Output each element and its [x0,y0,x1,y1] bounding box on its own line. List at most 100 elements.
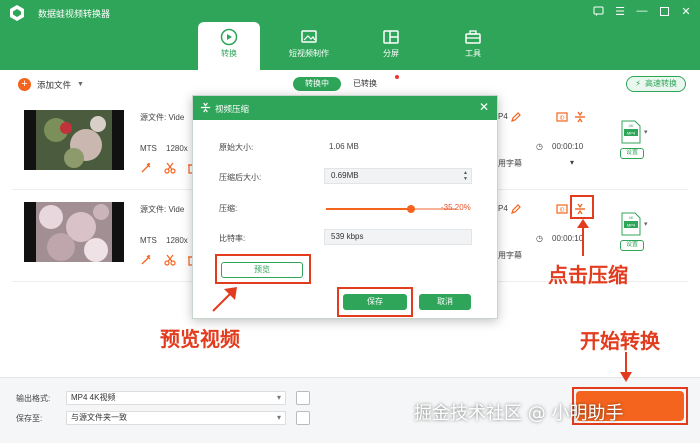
enhance-icon[interactable] [140,254,152,266]
dialog-header: 视频压缩 ✕ [193,96,497,120]
tab-converted[interactable]: 已转换 [341,77,389,91]
compress-icon [200,102,211,113]
stepper-icon[interactable]: ▲ ▼ [463,170,468,182]
info-icon[interactable]: ID [556,111,568,123]
save-to-value: 与源文件夹一致 [71,413,127,422]
watermark: 掘金技术社区 @ 小明助手 [414,403,624,424]
save-highlight [337,287,413,317]
bitrate-value: 539 kbps [331,232,364,241]
add-file-label: 添加文件 [37,79,72,90]
folder-icon[interactable] [296,411,310,425]
tab-label: 分屏 [383,49,399,58]
subtitle-select[interactable]: 用字幕 [498,158,522,169]
chevron-down-icon: ▾ [276,413,281,422]
annotation-preview-video: 预览视频 [160,327,240,351]
slider-fill [326,208,411,210]
tab-convert[interactable]: 转换 [198,22,260,70]
tab-short-video[interactable]: 短视频制作 [278,22,340,70]
status-toggle: 转换中 已转换 [293,75,399,91]
window-controls: ☰ — ✕ [590,4,694,18]
toolbox-icon [465,30,481,44]
tab-label: 转换 [221,49,237,58]
app-logo-icon [10,5,24,21]
cut-icon[interactable] [164,162,176,174]
bitrate-input[interactable]: 539 kbps [324,229,472,245]
slider-thumb[interactable] [406,205,415,213]
original-size-label: 原始大小: [219,143,254,152]
cut-icon[interactable] [164,254,176,266]
compressed-size-label: 压缩后大小: [219,173,262,182]
add-file-button[interactable]: + 添加文件 ▼ [18,78,84,91]
tab-label: 短视频制作 [289,49,329,58]
menu-icon[interactable]: ☰ [612,4,628,18]
compress-percent: -35.20% [441,203,471,212]
output-format-select[interactable]: MP4 4K视频 ▾ [66,391,286,405]
settings-button[interactable]: 设置 [620,240,644,251]
minimize-icon[interactable]: — [634,4,650,18]
split-screen-icon [383,30,399,44]
tab-converting[interactable]: 转换中 [293,77,341,91]
compressed-size-input[interactable]: 0.69MB ▲ ▼ [324,168,472,184]
source-resolution: 1280x [166,236,188,245]
svg-text:ID: ID [560,208,565,214]
arrow-up-right-icon [212,287,237,312]
maximize-icon[interactable] [656,4,672,18]
bitrate-label: 比特率: [219,234,246,243]
mp4-format-icon[interactable]: 4K MP4 [620,120,642,144]
mp4-format-icon[interactable]: 4K MP4 [620,212,642,236]
feedback-icon[interactable] [590,4,606,18]
thumbnail-image [36,110,112,170]
video-thumbnail[interactable] [24,202,124,262]
format-settings-icon[interactable] [296,391,310,405]
output-format: P4 [498,112,508,121]
save-to-select[interactable]: 与源文件夹一致 ▾ [66,411,286,425]
output-format-value: MP4 4K视频 [71,393,116,402]
save-to-label: 保存至: [16,414,43,423]
cancel-button[interactable]: 取消 [419,294,471,310]
clock-icon: ◷ [536,234,543,243]
source-file-label: 源文件: Vide [140,113,185,122]
annotation-click-compress: 点击压缩 [548,263,628,287]
compressed-size-value: 0.69MB [331,171,359,180]
compress-label: 压缩: [219,204,238,213]
info-icon[interactable]: ID [556,203,568,215]
rename-edit-icon[interactable] [510,203,522,215]
compress-highlight [570,195,594,219]
duration: 00:00:10 [552,142,584,151]
chevron-down-icon[interactable]: ▾ [570,158,574,167]
close-icon[interactable]: ✕ [678,4,694,18]
chevron-down-icon[interactable]: ▾ [644,220,648,228]
title-bar: 数据蛙视频转换器 ☰ — ✕ 转换 短视频制作 分屏 工具 [0,0,700,70]
tab-label: 工具 [465,49,481,58]
tab-tools[interactable]: 工具 [442,22,504,70]
thumbnail-image [36,202,112,262]
high-speed-button[interactable]: ⚡ 高速转换 [626,76,686,92]
original-size-value: 1.06 MB [329,142,359,151]
high-speed-label: 高速转换 [645,79,677,88]
format-badge-bottom: MP4 [627,223,636,228]
chevron-down-icon: ▼ [77,81,84,88]
enhance-icon[interactable] [140,162,152,174]
arrow-down-icon [620,352,632,382]
settings-button[interactable]: 设置 [620,148,644,159]
source-file-label: 源文件: Vide [140,205,185,214]
video-thumbnail[interactable] [24,110,124,170]
app-title: 数据蛙视频转换器 [38,9,111,19]
new-badge-dot [395,75,399,79]
tab-split-screen[interactable]: 分屏 [360,22,422,70]
svg-text:ID: ID [560,116,565,122]
compress-slider[interactable] [326,205,456,213]
short-video-icon [301,30,317,43]
output-format-label: 输出格式: [16,394,51,403]
arrow-up-icon [577,219,589,256]
close-icon[interactable]: ✕ [479,101,489,113]
clock-icon: ◷ [536,142,543,151]
rename-edit-icon[interactable] [510,111,522,123]
compress-icon[interactable] [574,111,586,123]
source-format: MTS [140,236,157,245]
subtitle-select[interactable]: 用字幕 [498,250,522,261]
source-resolution: 1280x [166,144,188,153]
dialog-title: 视频压缩 [215,104,250,114]
chevron-down-icon[interactable]: ▾ [644,128,648,136]
format-badge-bottom: MP4 [627,131,636,136]
